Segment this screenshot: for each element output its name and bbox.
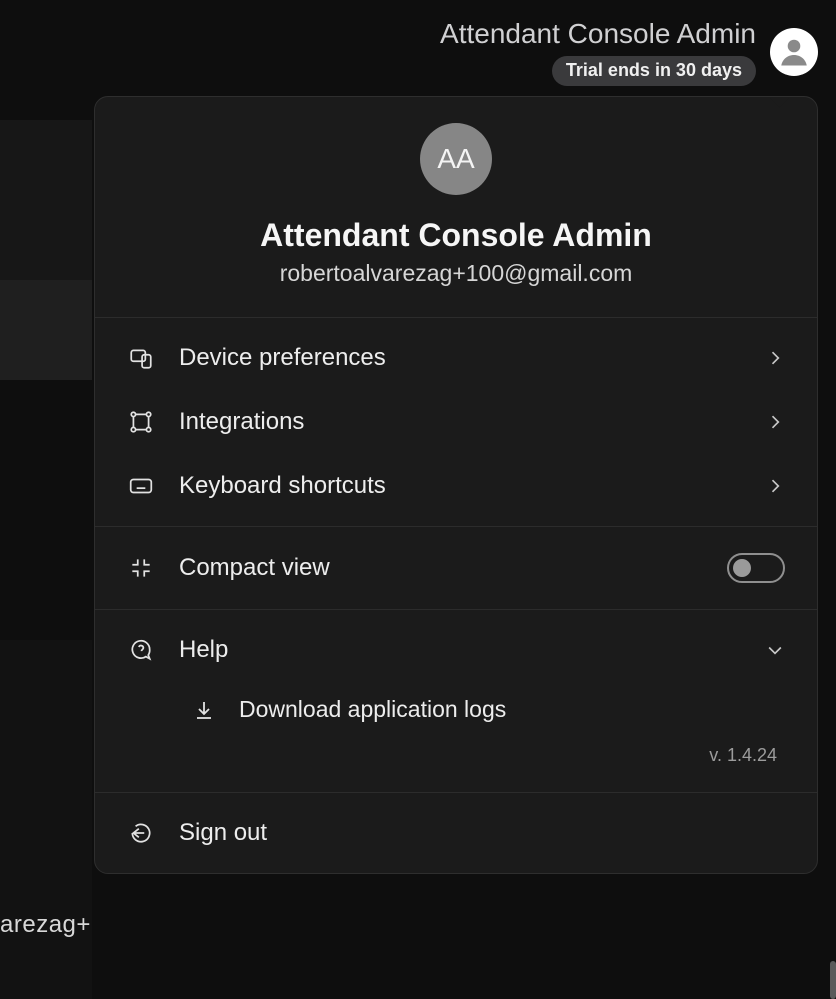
menu-section-settings: Device preferences Integrations [95,318,817,527]
chevron-right-icon [765,476,785,496]
background-panel [0,280,92,380]
compact-view-toggle[interactable] [727,553,785,583]
menu-item-label: Sign out [179,819,785,847]
menu-item-label: Compact view [179,554,703,582]
menu-section-view: Compact view [95,527,817,610]
trial-badge: Trial ends in 30 days [552,56,756,86]
profile-block: AA Attendant Console Admin robertoalvare… [95,97,817,318]
sign-out-icon [127,819,155,847]
menu-item-label: Keyboard shortcuts [179,472,741,500]
scrollbar-thumb[interactable] [830,961,836,999]
header: Attendant Console Admin Trial ends in 30… [440,18,818,86]
compact-view-icon [127,554,155,582]
menu-section-signout: Sign out [95,793,817,873]
help-icon [127,636,155,664]
menu-item-label: Integrations [179,408,741,436]
profile-name: Attendant Console Admin [115,217,797,254]
header-titles: Attendant Console Admin Trial ends in 30… [440,18,756,86]
profile-email: robertoalvarezag+100@gmail.com [115,260,797,287]
menu-item-download-logs[interactable]: Download application logs [95,682,817,741]
menu-item-help[interactable]: Help [95,618,817,682]
menu-item-compact-view[interactable]: Compact view [95,535,817,601]
header-title: Attendant Console Admin [440,18,756,50]
menu-section-help: Help Download application logs v. 1.4.24 [95,610,817,793]
menu-item-label: Download application logs [239,696,506,723]
chevron-down-icon [765,640,785,660]
user-menu-panel: AA Attendant Console Admin robertoalvare… [94,96,818,874]
devices-icon [127,344,155,372]
menu-item-keyboard-shortcuts[interactable]: Keyboard shortcuts [95,454,817,518]
menu-item-sign-out[interactable]: Sign out [95,801,817,865]
user-avatar-button[interactable] [770,28,818,76]
download-icon [191,697,217,723]
profile-avatar: AA [420,123,492,195]
menu-item-label: Help [179,636,741,664]
background-panel [0,640,92,999]
person-icon [776,34,812,70]
version-label: v. 1.4.24 [95,741,817,784]
integrations-icon [127,408,155,436]
keyboard-icon [127,472,155,500]
background-text-fragment: arezag+ [0,911,91,939]
chevron-right-icon [765,412,785,432]
menu-item-device-preferences[interactable]: Device preferences [95,326,817,390]
menu-item-integrations[interactable]: Integrations [95,390,817,454]
chevron-right-icon [765,348,785,368]
menu-item-label: Device preferences [179,344,741,372]
